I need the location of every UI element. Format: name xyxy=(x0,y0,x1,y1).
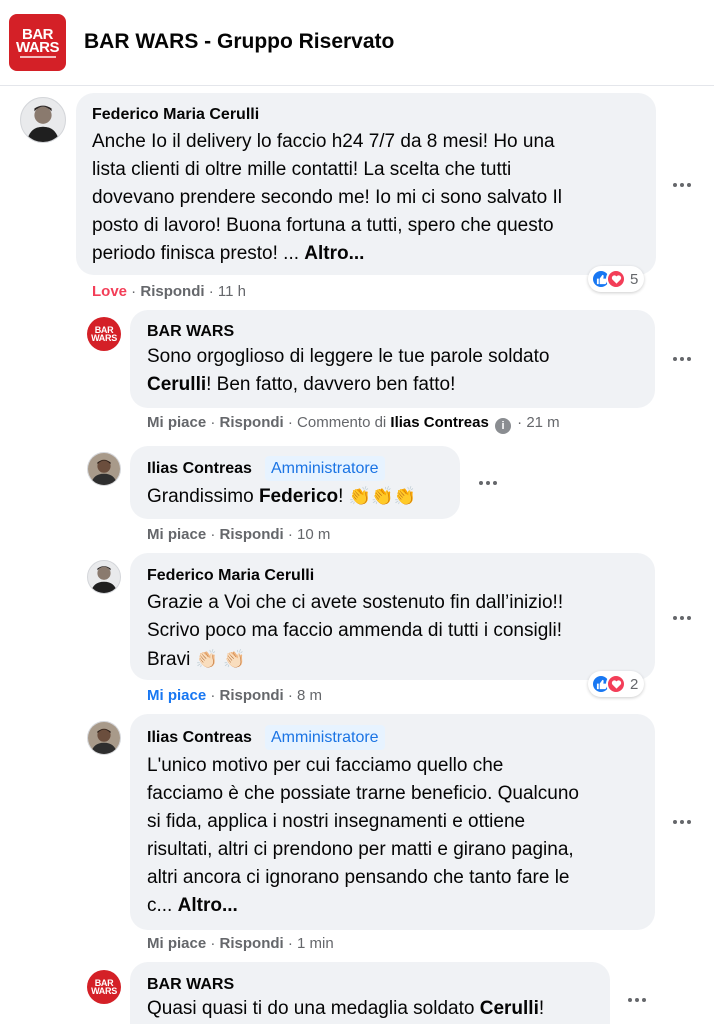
reply-button[interactable]: Rispondi xyxy=(220,687,284,704)
reply-button[interactable]: Rispondi xyxy=(220,414,284,431)
comment-text-line: Quasi quasi ti do una medaglia soldato C… xyxy=(147,995,544,1023)
clapping-hands-emoji: 👏👏👏 xyxy=(348,486,416,506)
comment-time[interactable]: 8 m xyxy=(297,687,322,704)
comment-actions: Mi piace · Rispondi · Commento di Ilias … xyxy=(147,414,560,434)
comment-text-line: altri ancora ci ignorano pensando che ta… xyxy=(147,867,570,888)
reply-button[interactable]: Rispondi xyxy=(220,526,284,543)
comment-time[interactable]: 21 m xyxy=(526,414,559,431)
admin-badge: Amministratore xyxy=(265,456,385,481)
more-options-icon[interactable] xyxy=(667,812,697,832)
comment-text-bravi: Bravi xyxy=(147,649,191,670)
love-reaction-button[interactable]: Love xyxy=(92,283,127,300)
comment-text-line: si fida, applica i nostri insegnamenti e… xyxy=(147,811,526,832)
see-more-link[interactable]: Altro... xyxy=(178,895,238,916)
comment-author[interactable]: BAR WARS xyxy=(147,976,234,994)
reply-button[interactable]: Rispondi xyxy=(220,935,284,952)
comment-text-line: Anche Io il delivery lo faccio h24 7/7 d… xyxy=(92,131,555,152)
comment-text-line: Bravi 👏🏻 👏🏻 xyxy=(147,645,245,674)
comment-text-post: ! xyxy=(338,486,344,507)
comment-text-line: Scrivo poco ma faccio ammenda di tutti i… xyxy=(147,620,563,641)
logo-underline xyxy=(19,55,56,58)
comment-text-line: facciamo è che possiate trarne beneficio… xyxy=(147,783,579,804)
comment-text-end: periodo finisca presto! ... xyxy=(92,243,299,264)
like-button[interactable]: Mi piace xyxy=(147,414,206,431)
mentioned-name[interactable]: Cerulli xyxy=(147,374,206,395)
heart-reaction-icon xyxy=(606,269,626,289)
comment-text-line: Cerulli! Ben fatto, davvero ben fatto! xyxy=(147,371,455,399)
comment-author[interactable]: Federico Maria Cerulli xyxy=(147,567,314,585)
comment-time[interactable]: 10 m xyxy=(297,526,330,543)
comment-author[interactable]: Federico Maria Cerulli xyxy=(92,106,259,124)
avatar-federico[interactable] xyxy=(20,97,66,143)
heart-reaction-icon xyxy=(606,674,626,694)
comment-author[interactable]: BAR WARS xyxy=(147,323,234,341)
mentioned-name[interactable]: Federico xyxy=(259,486,338,507)
comment-text-end: c... xyxy=(147,895,173,916)
comment-text-line: Sono orgoglioso di leggere le tue parole… xyxy=(147,346,550,367)
logo-line2: WARS xyxy=(16,38,60,56)
avatar-bar-wars[interactable]: BAR WARS xyxy=(87,970,121,1004)
comment-text-line: risultati, altri ci prendono per matti e… xyxy=(147,839,574,860)
comment-time[interactable]: 11 h xyxy=(218,283,246,300)
more-options-icon[interactable] xyxy=(622,990,652,1010)
more-options-icon[interactable] xyxy=(473,473,503,493)
group-header: BAR WARS BAR WARS - Gruppo Riservato xyxy=(0,0,714,86)
comment-by-name[interactable]: Ilias Contreas xyxy=(390,414,488,431)
group-logo[interactable]: BAR WARS xyxy=(9,14,66,71)
reaction-summary[interactable]: 5 xyxy=(588,266,645,292)
comment-text-pre: Grandissimo xyxy=(147,486,254,507)
comment-text-line: posto di lavoro! Buona fortuna a tutti, … xyxy=(92,215,554,236)
comment-text-pre: Quasi quasi ti do una medaglia soldato xyxy=(147,998,475,1019)
comment-by-label: Commento di xyxy=(297,414,387,431)
more-options-icon[interactable] xyxy=(667,175,697,195)
comment-text-line: dovevano prendere secondo me! Io mi ci s… xyxy=(92,187,562,208)
comment-actions: Love · Rispondi · 11 h xyxy=(92,283,246,300)
reaction-summary[interactable]: 2 xyxy=(588,671,645,697)
more-options-icon[interactable] xyxy=(667,349,697,369)
comment-author[interactable]: Ilias Contreas xyxy=(147,460,252,478)
like-button[interactable]: Mi piace xyxy=(147,935,206,952)
like-button[interactable]: Mi piace xyxy=(147,526,206,543)
comment-text-line: Grazie a Voi che ci avete sostenuto fin … xyxy=(147,592,564,613)
comment-text-post: ! xyxy=(538,998,545,1019)
comment-author[interactable]: Ilias Contreas xyxy=(147,729,252,747)
group-title[interactable]: BAR WARS - Gruppo Riservato xyxy=(84,30,394,54)
avatar-bar-wars[interactable]: BAR WARS xyxy=(87,317,121,351)
comment-actions: Mi piace · Rispondi · 1 min xyxy=(147,935,334,952)
comment-text-line: Grandissimo Federico! 👏👏👏 xyxy=(147,482,416,511)
comment-actions: Mi piace · Rispondi · 10 m xyxy=(147,526,331,543)
reaction-count: 5 xyxy=(630,270,639,288)
more-options-icon[interactable] xyxy=(667,608,697,628)
avatar-ilias[interactable] xyxy=(87,721,121,755)
comment-text-rest: ! Ben fatto, davvero ben fatto! xyxy=(206,374,456,395)
reaction-count: 2 xyxy=(630,675,639,693)
admin-badge: Amministratore xyxy=(265,725,385,750)
comment-text-line: L'unico motivo per cui facciamo quello c… xyxy=(147,755,504,776)
reply-button[interactable]: Rispondi xyxy=(140,283,204,300)
mentioned-name[interactable]: Cerulli xyxy=(480,998,539,1019)
avatar-federico[interactable] xyxy=(87,560,121,594)
comment-time[interactable]: 1 min xyxy=(297,935,334,952)
comment-actions: Mi piace · Rispondi · 8 m xyxy=(147,687,323,704)
comment-text-line: periodo finisca presto! ... Altro... xyxy=(92,240,364,268)
see-more-link[interactable]: Altro... xyxy=(304,243,364,264)
clapping-hands-emoji: 👏🏻 👏🏻 xyxy=(195,649,246,669)
comment-text-line: c... Altro... xyxy=(147,892,238,920)
avatar-ilias[interactable] xyxy=(87,452,121,486)
like-button-active[interactable]: Mi piace xyxy=(147,687,206,704)
comment-text-line: lista clienti di oltre mille contatti! L… xyxy=(92,159,512,180)
info-icon[interactable]: i xyxy=(494,418,511,434)
